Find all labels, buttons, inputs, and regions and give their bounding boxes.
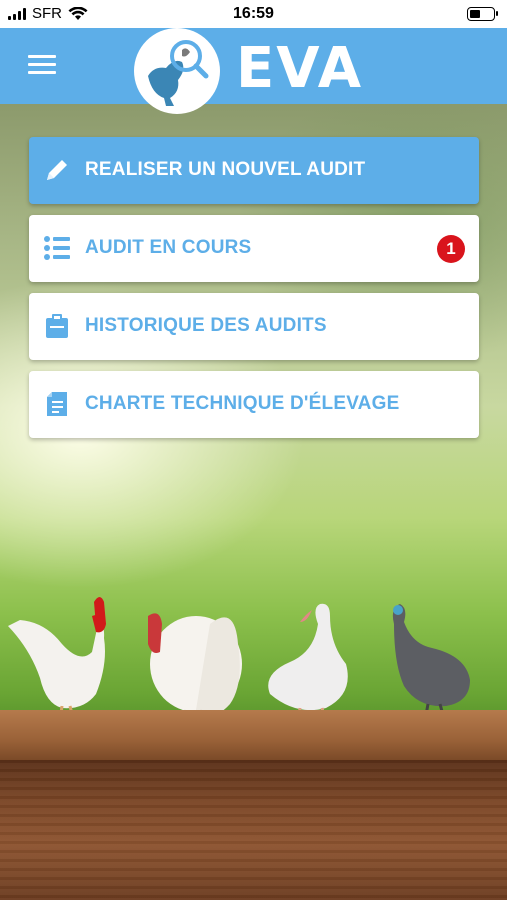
guinea-fowl-image	[392, 604, 470, 727]
new-audit-button[interactable]: REALISER UN NOUVEL AUDIT	[29, 137, 479, 204]
duck-image	[268, 603, 348, 725]
audit-history-label: HISTORIQUE DES AUDITS	[85, 315, 327, 336]
technical-charter-button[interactable]: CHARTE TECHNIQUE D'ÉLEVAGE	[29, 371, 479, 438]
battery-icon	[467, 7, 498, 21]
app-header: EVA	[0, 28, 507, 114]
audit-history-button[interactable]: HISTORIQUE DES AUDITS	[29, 293, 479, 360]
new-audit-label: REALISER UN NOUVEL AUDIT	[85, 159, 366, 180]
main-menu: REALISER UN NOUVEL AUDIT AUDIT EN COURS …	[29, 137, 479, 449]
rooster-image	[8, 597, 106, 728]
audit-in-progress-button[interactable]: AUDIT EN COURS 1	[29, 215, 479, 282]
document-icon	[47, 392, 67, 416]
clipboard-icon	[46, 314, 68, 338]
wooden-table-top	[0, 710, 507, 760]
notification-badge: 1	[437, 235, 465, 263]
wooden-table-front	[0, 760, 507, 900]
technical-charter-label: CHARTE TECHNIQUE D'ÉLEVAGE	[85, 393, 400, 414]
pencil-icon	[47, 160, 67, 180]
app-name: EVA	[236, 36, 364, 101]
clock: 16:59	[233, 5, 274, 22]
list-icon	[44, 236, 70, 260]
hamburger-menu-button[interactable]	[28, 55, 56, 77]
logo-badge	[134, 28, 220, 114]
audit-in-progress-label: AUDIT EN COURS	[85, 237, 252, 258]
chicken-magnifier-logo-icon	[148, 40, 209, 106]
status-bar: SFR 16:59	[0, 0, 507, 28]
